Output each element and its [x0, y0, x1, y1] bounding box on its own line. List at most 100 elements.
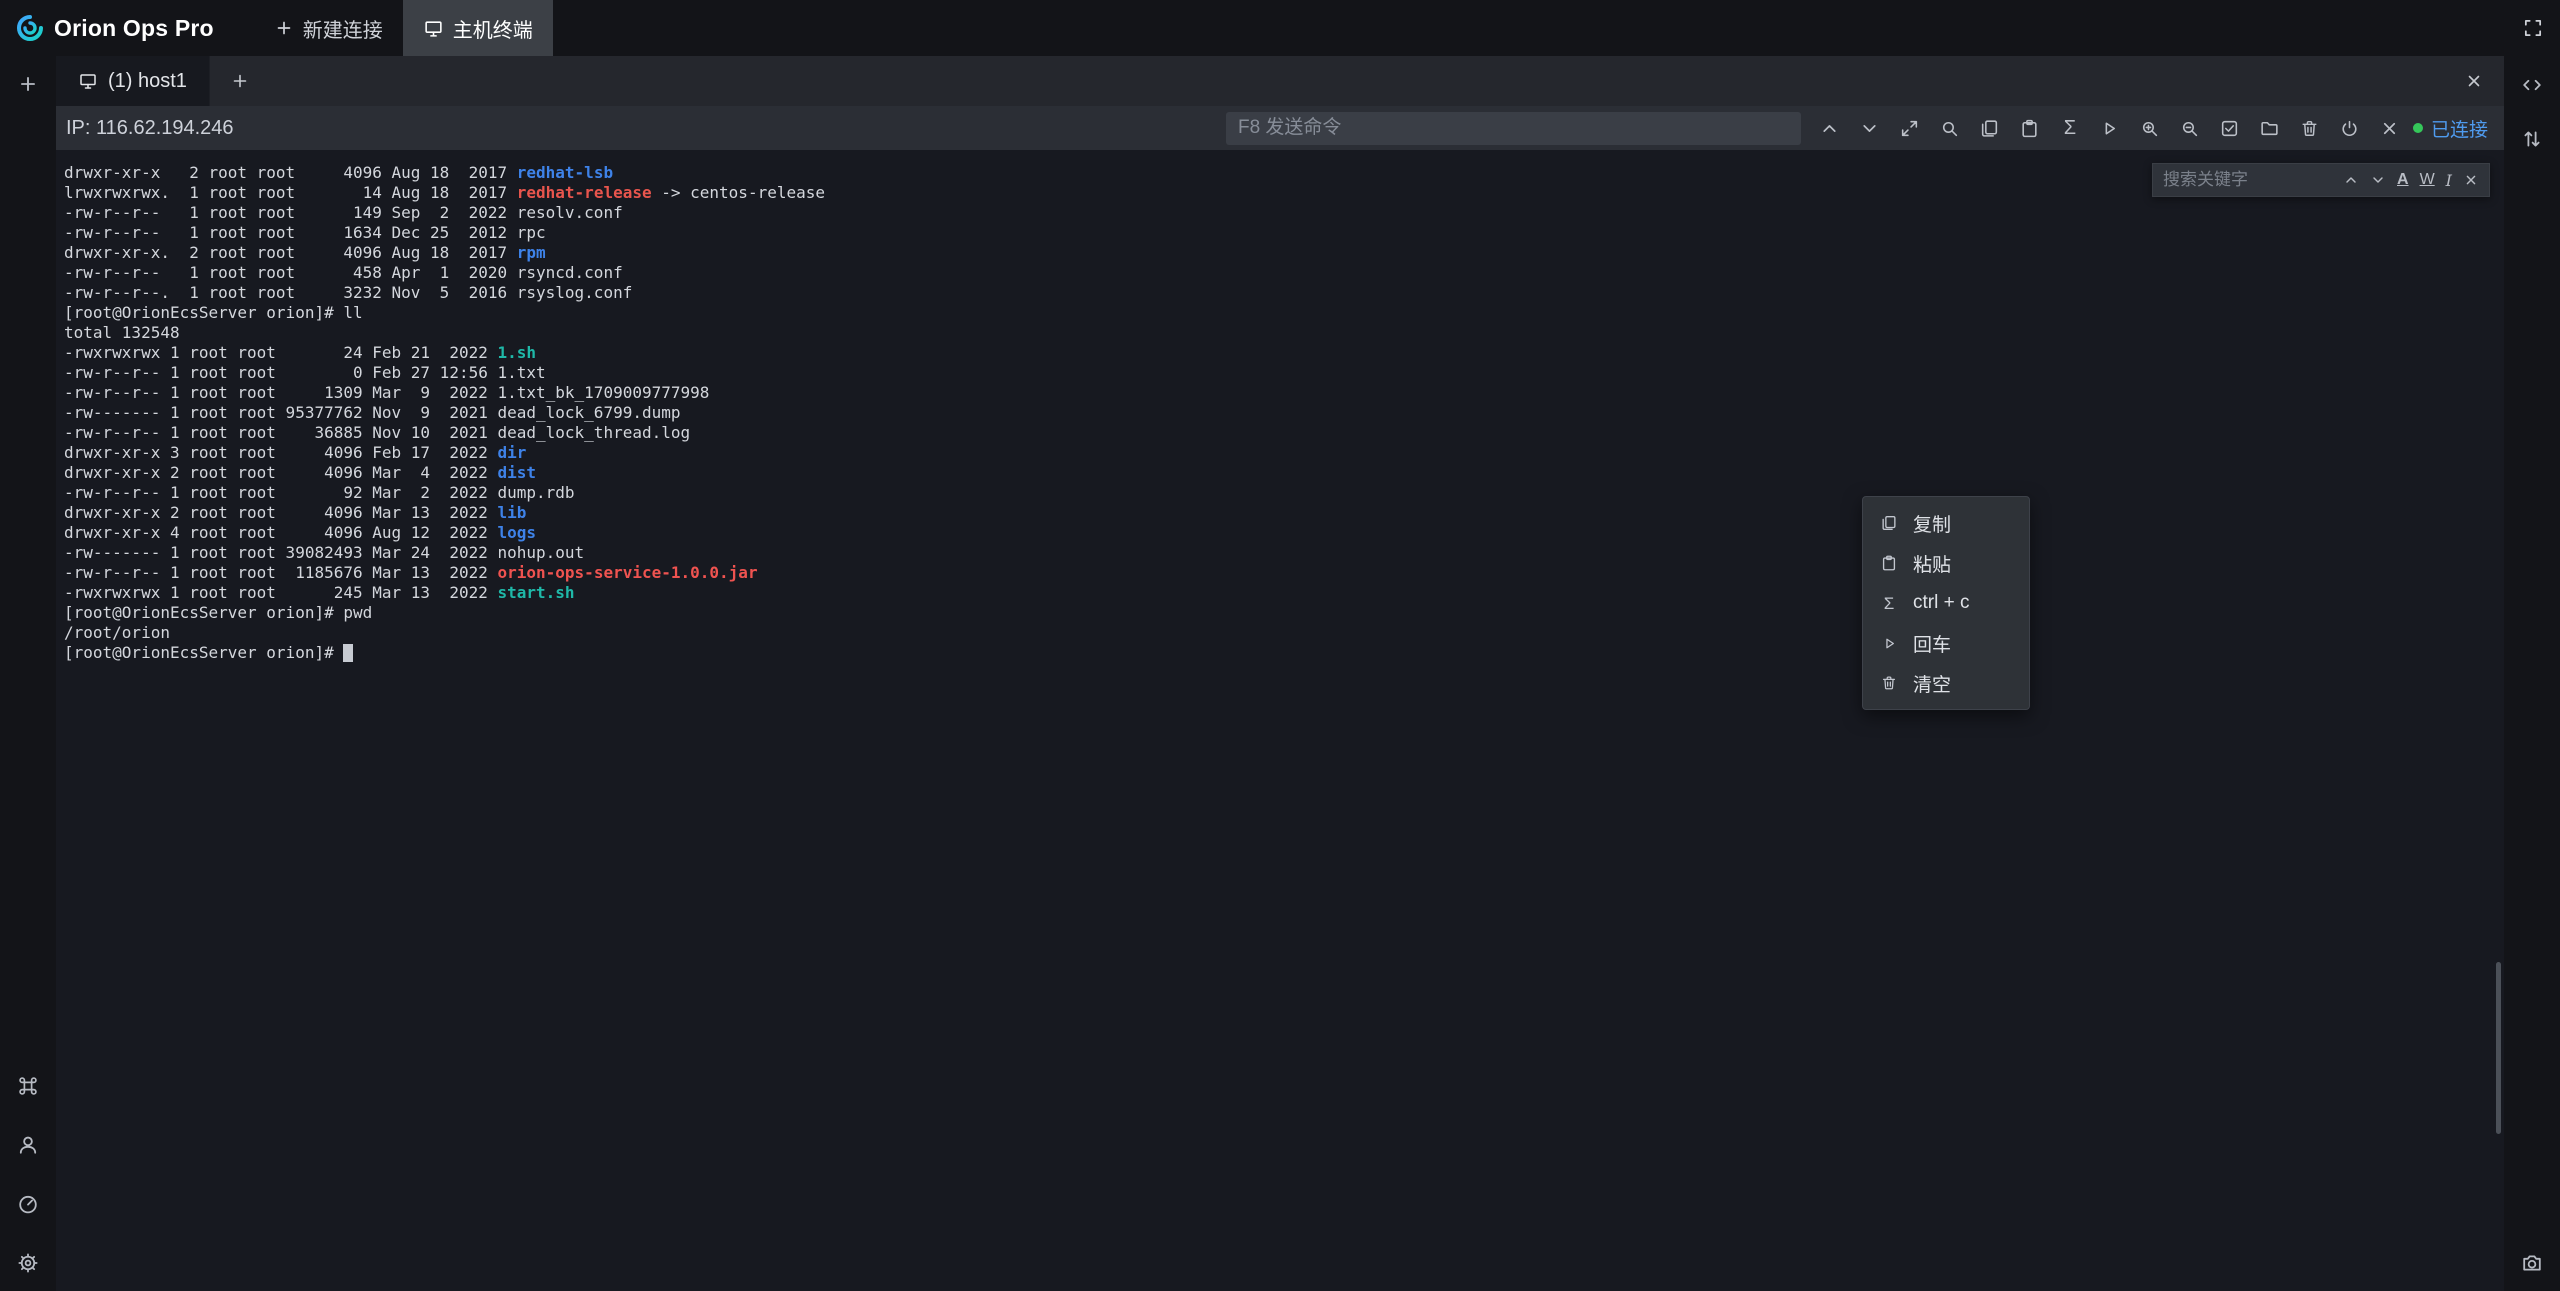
menu-item-label: 粘贴	[1913, 550, 1951, 577]
host-ip-label: IP: 116.62.194.246	[66, 117, 234, 140]
fullscreen-icon[interactable]	[2522, 17, 2544, 39]
app-title: Orion Ops Pro	[54, 15, 214, 42]
play-icon[interactable]	[2099, 117, 2121, 139]
app-logo-icon	[16, 14, 44, 42]
tab-host1-label: (1) host1	[108, 70, 187, 93]
command-icon[interactable]	[14, 1072, 42, 1100]
menu-item-label: ctrl + c	[1913, 592, 1969, 614]
left-sidebar	[0, 56, 56, 1291]
regex-button[interactable]: I	[2446, 171, 2452, 190]
terminal-line: lrwxrwxrwx. 1 root root 14 Aug 18 2017 r…	[64, 183, 2504, 203]
context-menu-item-ctrl-c[interactable]: Σ ctrl + c	[1863, 583, 2029, 623]
add-tab-button[interactable]	[230, 71, 250, 91]
trash-icon	[1879, 673, 1899, 693]
sigma-icon[interactable]: Σ	[2059, 117, 2081, 139]
terminal-search-panel: A W I	[2152, 163, 2490, 197]
expand-icon[interactable]	[1899, 117, 1921, 139]
whole-word-button[interactable]: W	[2420, 171, 2435, 189]
send-command-input[interactable]	[1226, 112, 1801, 145]
sort-updown-icon[interactable]	[2518, 125, 2546, 153]
camera-icon[interactable]	[2518, 1249, 2546, 1277]
paste-icon	[1879, 553, 1899, 573]
zoom-out-icon[interactable]	[2179, 117, 2201, 139]
zoom-in-icon[interactable]	[2139, 117, 2161, 139]
menu-item-label: 复制	[1913, 510, 1951, 537]
copy-icon	[1879, 513, 1899, 533]
terminal-line: -rw------- 1 root root 95377762 Nov 9 20…	[64, 403, 2504, 423]
terminal-line: [root@OrionEcsServer orion]# pwd	[64, 603, 2504, 623]
chevron-up-icon[interactable]	[1819, 117, 1841, 139]
main-body: (1) host1 IP: 116.62.194.246	[0, 56, 2560, 1291]
terminal-screen[interactable]: drwxr-xr-x 2 root root 4096 Aug 18 2017 …	[56, 150, 2504, 1291]
terminal-line: -rw-r--r-- 1 root root 1309 Mar 9 2022 1…	[64, 383, 2504, 403]
terminal-line: drwxr-xr-x 4 root root 4096 Aug 12 2022 …	[64, 523, 2504, 543]
terminal-line: drwxr-xr-x 2 root root 4096 Mar 4 2022 d…	[64, 463, 2504, 483]
user-icon[interactable]	[14, 1131, 42, 1159]
topbar: Orion Ops Pro 新建连接 主机终端	[0, 0, 2560, 56]
chevron-down-icon[interactable]	[1859, 117, 1881, 139]
folder-icon[interactable]	[2259, 117, 2281, 139]
host-terminal-label: 主机终端	[453, 14, 533, 43]
status-dot	[2413, 123, 2423, 133]
terminal-line: -rwxrwxrwx 1 root root 24 Feb 21 2022 1.…	[64, 343, 2504, 363]
terminal-line: [root@OrionEcsServer orion]#	[64, 643, 2504, 663]
menu-item-label: 清空	[1913, 670, 1951, 697]
match-case-button[interactable]: A	[2397, 171, 2409, 189]
right-sidebar-bottom	[2518, 1249, 2546, 1277]
new-connection-button[interactable]: 新建连接	[254, 0, 403, 56]
terminal-line: -rw-r--r-- 1 root root 92 Mar 2 2022 dum…	[64, 483, 2504, 503]
plus-icon	[274, 18, 294, 38]
search-input[interactable]	[2163, 170, 2332, 190]
copy-icon[interactable]	[1979, 117, 2001, 139]
search-next-icon[interactable]	[2370, 172, 2386, 188]
left-sidebar-bottom	[14, 1072, 42, 1277]
monitor-icon	[423, 18, 444, 39]
context-menu-item-enter[interactable]: 回车	[1863, 623, 2029, 663]
connection-status: 已连接	[2413, 115, 2488, 142]
sigma-glyph: Σ	[2064, 118, 2076, 138]
status-label: 已连接	[2431, 115, 2488, 142]
gear-icon[interactable]	[14, 1249, 42, 1277]
sigma-glyph: Σ	[1884, 595, 1895, 612]
terminal-line: -rw------- 1 root root 39082493 Mar 24 2…	[64, 543, 2504, 563]
terminal-output: drwxr-xr-x 2 root root 4096 Aug 18 2017 …	[64, 163, 2504, 663]
code-icon[interactable]	[2518, 71, 2546, 99]
context-menu-item-clear[interactable]: 清空	[1863, 663, 2029, 703]
monitor-icon	[78, 71, 98, 91]
paste-icon[interactable]	[2019, 117, 2041, 139]
terminal-line: drwxr-xr-x 3 root root 4096 Feb 17 2022 …	[64, 443, 2504, 463]
checkbox-icon[interactable]	[2219, 117, 2241, 139]
trash-icon[interactable]	[2299, 117, 2321, 139]
host-terminal-nav-tab[interactable]: 主机终端	[403, 0, 553, 56]
gauge-icon[interactable]	[14, 1190, 42, 1218]
find-icon[interactable]	[1939, 117, 1961, 139]
terminal-line: -rw-r--r-- 1 root root 0 Feb 27 12:56 1.…	[64, 363, 2504, 383]
terminal-line: -rw-r--r-- 1 root root 36885 Nov 10 2021…	[64, 423, 2504, 443]
search-close-icon[interactable]	[2463, 172, 2479, 188]
menu-item-label: 回车	[1913, 630, 1951, 657]
close-icon[interactable]	[2379, 117, 2401, 139]
add-terminal-button[interactable]	[14, 70, 42, 98]
terminal-line: -rw-r--r-- 1 root root 149 Sep 2 2022 re…	[64, 203, 2504, 223]
power-icon[interactable]	[2339, 117, 2361, 139]
terminal-context-menu: 复制 粘贴 Σ ctrl + c	[1862, 496, 2030, 710]
close-icon[interactable]	[2464, 71, 2484, 91]
terminal-scrollbar[interactable]	[2496, 962, 2501, 1134]
search-prev-icon[interactable]	[2343, 172, 2359, 188]
terminal-line: -rw-r--r--. 1 root root 3232 Nov 5 2016 …	[64, 283, 2504, 303]
context-menu-item-paste[interactable]: 粘贴	[1863, 543, 2029, 583]
center-column: (1) host1 IP: 116.62.194.246	[56, 56, 2504, 1291]
terminal-toolbar: IP: 116.62.194.246	[56, 106, 2504, 150]
terminal-line: [root@OrionEcsServer orion]# ll	[64, 303, 2504, 323]
play-icon	[1879, 633, 1899, 653]
terminal-line: drwxr-xr-x 2 root root 4096 Aug 18 2017 …	[64, 163, 2504, 183]
terminal-line: -rw-r--r-- 1 root root 1634 Dec 25 2012 …	[64, 223, 2504, 243]
terminal-line: /root/orion	[64, 623, 2504, 643]
context-menu-item-copy[interactable]: 复制	[1863, 503, 2029, 543]
toolbar-icon-group: Σ	[1819, 117, 2401, 139]
sigma-icon: Σ	[1879, 593, 1899, 613]
right-sidebar	[2504, 56, 2560, 1291]
terminal-tabbar: (1) host1	[56, 56, 2504, 106]
terminal-cursor	[343, 644, 353, 662]
tab-host1[interactable]: (1) host1	[56, 56, 210, 106]
